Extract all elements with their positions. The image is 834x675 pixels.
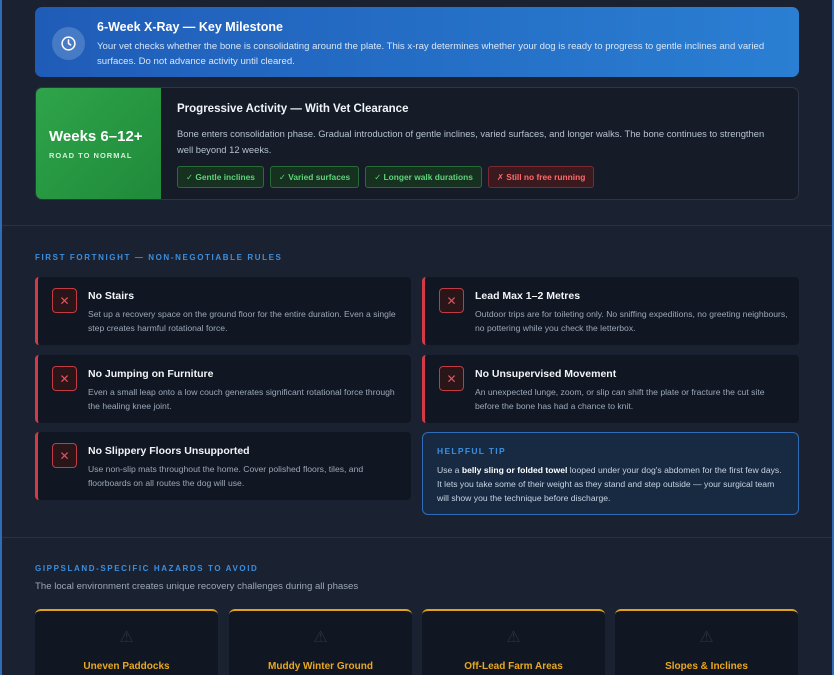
hazard-card-slopes-inclines: ⚠ Slopes & Inclines [615,609,798,675]
hazard-card-muddy-winter-ground: ⚠ Muddy Winter Ground [229,609,412,675]
hazards-subtitle: The local environment creates unique rec… [35,581,359,592]
rule-title: No Stairs [88,290,135,302]
rule-body: Use non-slip mats throughout the home. C… [88,464,364,488]
hazard-title: Uneven Paddocks [83,661,170,672]
phase-subtitle: ROAD TO NORMAL [49,150,133,160]
rule-card-no-unsupervised: ✕ No Unsupervised Movement An unexpected… [422,355,799,423]
warning-icon: ⚠ [313,629,328,646]
rule-body: Outdoor trips are for toileting only. No… [475,309,788,333]
tip-body: Use a belly sling or folded towel looped… [437,465,782,503]
phase-body: Bone enters consolidation phase. Gradual… [177,128,765,155]
section-divider [2,225,832,226]
xray-milestone-banner: 6-Week X-Ray — Key Milestone Your vet ch… [35,7,799,77]
tag-longer-walks: ✓ Longer walk durations [365,166,482,188]
x-icon: ✕ [52,288,77,313]
x-icon: ✕ [439,288,464,313]
x-icon: ✕ [439,366,464,391]
hazard-title: Muddy Winter Ground [268,661,373,672]
hazards-section-label: GIPPSLAND-SPECIFIC HAZARDS TO AVOID [35,564,259,573]
phase-weeks: Weeks 6–12+ [49,127,143,145]
rule-card-lead-max: ✕ Lead Max 1–2 Metres Outdoor trips are … [422,277,799,345]
x-icon: ✕ [52,366,77,391]
rule-title: No Unsupervised Movement [475,368,617,380]
rule-title: Lead Max 1–2 Metres [475,290,581,302]
hazard-card-off-lead-farm-areas: ⚠ Off-Lead Farm Areas [422,609,605,675]
rule-title: No Slippery Floors Unsupported [88,445,250,457]
section-divider [2,537,832,538]
tip-label: HELPFUL TIP [437,446,506,456]
rule-body: Set up a recovery space on the ground fl… [88,309,396,333]
rule-body: Even a small leap onto a low couch gener… [88,387,395,411]
frame-border-left [0,0,2,675]
rule-card-no-slippery-floors: ✕ No Slippery Floors Unsupported Use non… [35,432,411,500]
phase-tags: ✓ Gentle inclines ✓ Varied surfaces ✓ Lo… [177,166,782,188]
rule-card-no-stairs: ✕ No Stairs Set up a recovery space on t… [35,277,411,345]
helpful-tip-card: HELPFUL TIP Use a belly sling or folded … [422,432,799,515]
hazard-title: Slopes & Inclines [665,661,748,672]
rule-card-no-jumping: ✕ No Jumping on Furniture Even a small l… [35,355,411,423]
phase-badge: Weeks 6–12+ ROAD TO NORMAL [36,88,161,199]
warning-icon: ⚠ [699,629,714,646]
phase-card-weeks-6-12: Weeks 6–12+ ROAD TO NORMAL Progressive A… [35,87,799,200]
tag-no-free-running: ✗ Still no free running [487,166,595,188]
hazard-title: Off-Lead Farm Areas [464,661,563,672]
tip-bold: belly sling or folded towel [461,465,568,475]
tag-gentle-inclines: ✓ Gentle inclines [177,166,264,188]
clock-icon [52,27,85,60]
phase-title: Progressive Activity — With Vet Clearanc… [177,103,409,115]
rule-body: An unexpected lunge, zoom, or slip can s… [475,387,765,411]
warning-icon: ⚠ [506,629,521,646]
milestone-title: 6-Week X-Ray — Key Milestone [97,20,283,34]
warning-icon: ⚠ [119,629,134,646]
rule-title: No Jumping on Furniture [88,368,214,380]
milestone-body: Your vet checks whether the bone is cons… [97,41,765,67]
hazard-card-uneven-paddocks: ⚠ Uneven Paddocks [35,609,218,675]
x-icon: ✕ [52,443,77,468]
tag-varied-surfaces: ✓ Varied surfaces [269,166,360,188]
rules-section-label: FIRST FORTNIGHT — NON-NEGOTIABLE RULES [35,253,283,262]
